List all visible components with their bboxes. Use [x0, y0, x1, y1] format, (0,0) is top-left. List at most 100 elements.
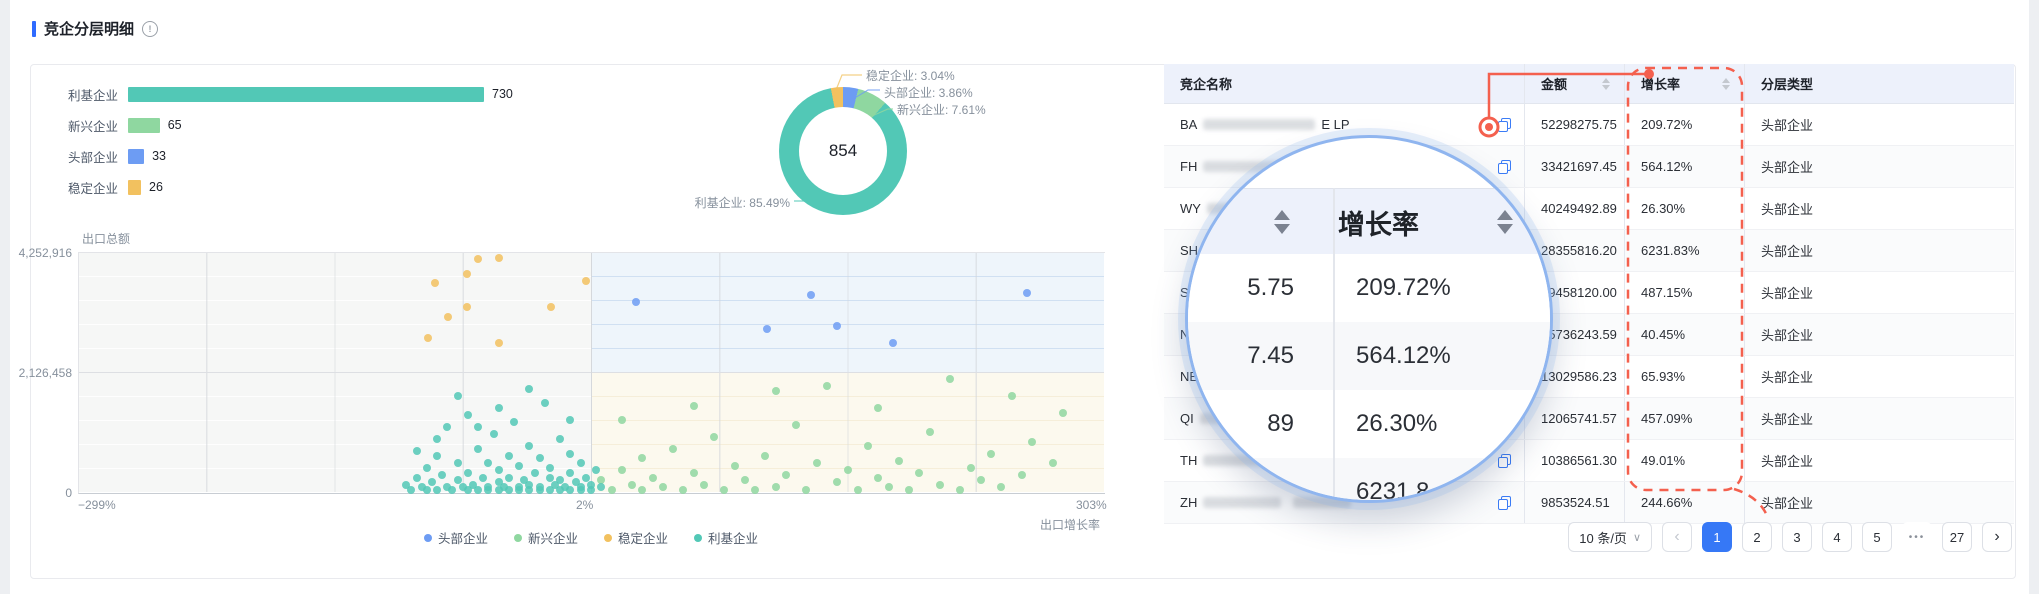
scatter-dot-新兴企业: [905, 485, 914, 494]
legend-dot: [423, 533, 432, 542]
bar-row-2: 新兴企业 65: [22, 117, 722, 134]
bar-rect: [128, 117, 160, 133]
prev-page-button[interactable]: ‹: [1662, 522, 1692, 552]
scatter-dot-利基企业: [484, 459, 493, 468]
scatter-dot-头部企业: [806, 291, 815, 300]
scatter-dot-新兴企业: [658, 483, 667, 492]
scatter-dot-新兴企业: [966, 464, 975, 472]
scatter-dot-头部企业: [888, 339, 897, 348]
scatter-dot-利基企业: [587, 480, 595, 489]
growth-cell: 244.66%: [1624, 482, 1744, 523]
scatter-dot-新兴企业: [638, 485, 647, 494]
scatter-dot-新兴企业: [1017, 471, 1026, 480]
donut-label-niche: 利基企业: 85.49%: [694, 196, 790, 210]
x-tick-mid: 2%: [576, 498, 594, 512]
page-button-3[interactable]: 3: [1782, 522, 1812, 552]
x-tick-max: 303%: [1076, 498, 1107, 512]
next-page-button[interactable]: ›: [1982, 522, 2012, 552]
column-header-2[interactable]: 金额: [1524, 64, 1624, 103]
bar-value-label: 65: [167, 118, 182, 132]
scatter-dot-稳定企业: [474, 255, 483, 264]
scatter-dot-新兴企业: [1007, 392, 1016, 400]
column-header-label: 增长率: [1641, 77, 1681, 92]
page-size-selector[interactable]: 10 条/页 ∨: [1568, 522, 1652, 552]
scatter-dot-利基企业: [566, 449, 575, 458]
sort-icon[interactable]: [1602, 77, 1610, 90]
growth-cell: 457.09%: [1624, 398, 1744, 439]
magnifier-header-band: 增长率: [1188, 188, 1550, 256]
growth-cell: 40.45%: [1624, 314, 1744, 355]
scatter-dot-新兴企业: [699, 480, 708, 489]
column-header-3[interactable]: 增长率: [1624, 64, 1744, 103]
page-button-4[interactable]: 4: [1822, 522, 1852, 552]
scatter-dot-稳定企业: [431, 279, 440, 288]
legend-dot: [694, 533, 703, 542]
scatter-dot-利基企业: [525, 480, 534, 489]
bar-rect: [128, 179, 141, 195]
scatter-dot-利基企业: [453, 392, 462, 400]
scatter-dot-新兴企业: [853, 485, 862, 494]
scatter-dot-稳定企业: [546, 303, 555, 312]
info-circle-icon[interactable]: !: [142, 20, 159, 37]
growth-cell: 487.15%: [1624, 272, 1744, 313]
scatter-dot-新兴企业: [607, 485, 616, 494]
scatter-dot-新兴企业: [802, 485, 811, 494]
magnifier-row: 6231.8: [1188, 458, 1550, 500]
scatter-dot-新兴企业: [843, 466, 852, 475]
magnifier-row: 7.45 564.12%: [1188, 322, 1550, 391]
donut-center-total: 854: [799, 107, 887, 195]
bar-row-4: 稳定企业 26: [22, 179, 722, 196]
scatter-dot-新兴企业: [771, 387, 780, 396]
sort-icon[interactable]: [1722, 77, 1730, 90]
scatter-dot-稳定企业: [423, 334, 432, 343]
scatter-dot-稳定企业: [494, 254, 503, 262]
scatter-dot-新兴企业: [864, 442, 873, 451]
page-left-gutter: [0, 0, 10, 594]
growth-cell: 6231.83%: [1624, 230, 1744, 271]
column-header-4: 分层类型: [1744, 64, 2014, 103]
scatter-dot-新兴企业: [710, 432, 719, 441]
scatter-dot-利基企业: [433, 452, 442, 460]
page-title: 竞企分层明细: [44, 21, 135, 38]
scatter-dot-利基企业: [576, 483, 585, 492]
copy-icon[interactable]: [1498, 118, 1511, 132]
layer-type-cell: 头部企业: [1744, 356, 2014, 397]
scatter-dot-利基企业: [540, 399, 549, 408]
scatter-dot-利基企业: [433, 485, 442, 494]
scatter-dot-新兴企业: [617, 416, 626, 424]
sort-icon-magnified-2: [1497, 210, 1513, 234]
amount-cell: 33421697.45: [1524, 146, 1624, 187]
growth-cell: 49.01%: [1624, 440, 1744, 481]
scatter-dot-稳定企业: [462, 269, 471, 278]
legend-item-头部企业[interactable]: 头部企业: [423, 528, 488, 547]
legend-item-新兴企业[interactable]: 新兴企业: [513, 528, 578, 547]
growth-cell: 65.93%: [1624, 356, 1744, 397]
ellipsis: •••: [1902, 522, 1932, 552]
scatter-dot-利基企业: [530, 468, 539, 477]
scatter-dot-利基企业: [412, 447, 421, 456]
legend-label: 新兴企业: [527, 532, 578, 546]
layer-type-cell: 头部企业: [1744, 230, 2014, 271]
scatter-dot-头部企业: [833, 322, 842, 331]
scatter-dot-利基企业: [474, 444, 483, 453]
magnifier-circle: 增长率 5.75 209.72% 7.45 564.12% 89 26.30% 6231.8: [1185, 135, 1553, 503]
bar-row-1: 利基企业 730: [22, 86, 722, 103]
page-right-gutter: [2029, 0, 2039, 594]
copy-icon[interactable]: [1498, 160, 1511, 174]
legend-item-利基企业[interactable]: 利基企业: [694, 528, 758, 547]
scatter-dot-利基企业: [422, 485, 431, 494]
scatter-dot-新兴企业: [648, 473, 657, 482]
amount-cell: 52298275.75: [1524, 104, 1624, 145]
scatter-dot-新兴企业: [1048, 459, 1057, 468]
legend-item-稳定企业[interactable]: 稳定企业: [604, 528, 668, 547]
page-button-2[interactable]: 2: [1742, 522, 1772, 552]
scatter-dot-新兴企业: [884, 483, 893, 492]
page-button-27[interactable]: 27: [1942, 522, 1972, 552]
scatter-dot-新兴企业: [874, 473, 883, 482]
page-button-5[interactable]: 5: [1862, 522, 1892, 552]
scatter-dot-利基企业: [504, 485, 513, 494]
scatter-dot-利基企业: [566, 468, 575, 477]
page-button-1[interactable]: 1: [1702, 522, 1732, 552]
growth-cell: 209.72%: [1624, 104, 1744, 145]
scatter-dot-利基企业: [453, 459, 462, 468]
